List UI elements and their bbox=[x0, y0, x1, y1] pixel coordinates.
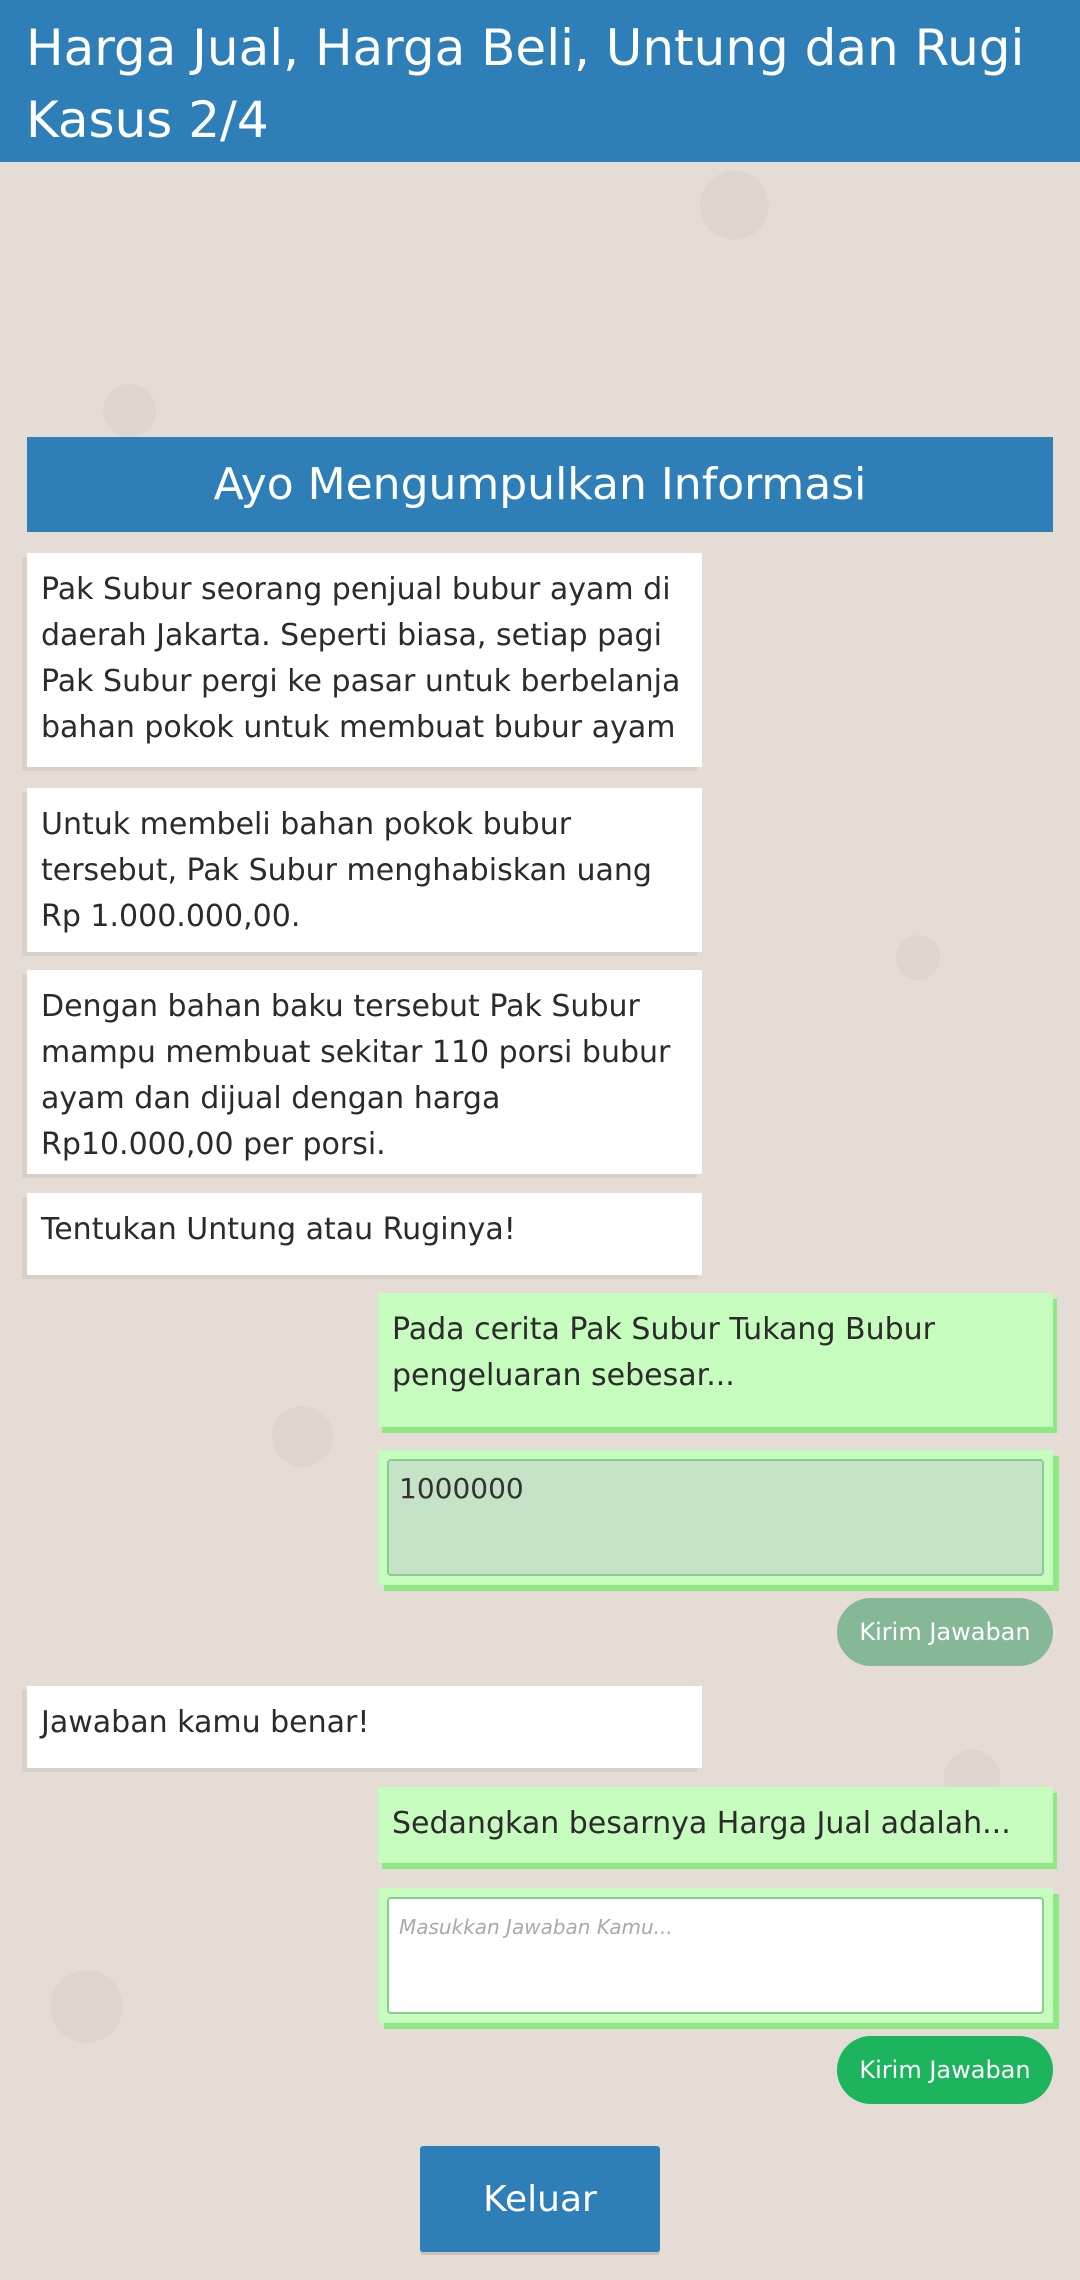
case-counter: Kasus 2/4 bbox=[26, 91, 269, 149]
task-message: Tentukan Untung atau Ruginya! bbox=[27, 1193, 702, 1275]
story-message-1: Pak Subur seorang penjual bubur ayam di … bbox=[27, 553, 702, 767]
send-answer-1-button[interactable]: Kirim Jawaban bbox=[837, 1598, 1053, 1666]
story-message-3: Dengan bahan baku tersebut Pak Subur mam… bbox=[27, 970, 702, 1174]
answer-2-field[interactable] bbox=[387, 1897, 1044, 2014]
answer-2-container bbox=[378, 1888, 1053, 2023]
question-2-bubble: Sedangkan besarnya Harga Jual adalah... bbox=[378, 1787, 1053, 1863]
answer-1-container bbox=[378, 1450, 1053, 1585]
send-answer-2-button[interactable]: Kirim Jawaban bbox=[837, 2036, 1053, 2104]
page-title: Harga Jual, Harga Beli, Untung dan Rugi bbox=[26, 19, 1025, 77]
exit-button[interactable]: Keluar bbox=[420, 2146, 660, 2252]
story-message-2: Untuk membeli bahan pokok bubur tersebut… bbox=[27, 788, 702, 952]
feedback-message: Jawaban kamu benar! bbox=[27, 1686, 702, 1768]
question-1-bubble: Pada cerita Pak Subur Tukang Bubur penge… bbox=[378, 1293, 1053, 1427]
app-header: Harga Jual, Harga Beli, Untung dan Rugi … bbox=[0, 0, 1080, 162]
answer-1-field[interactable] bbox=[387, 1459, 1044, 1576]
section-title: Ayo Mengumpulkan Informasi bbox=[27, 437, 1053, 532]
